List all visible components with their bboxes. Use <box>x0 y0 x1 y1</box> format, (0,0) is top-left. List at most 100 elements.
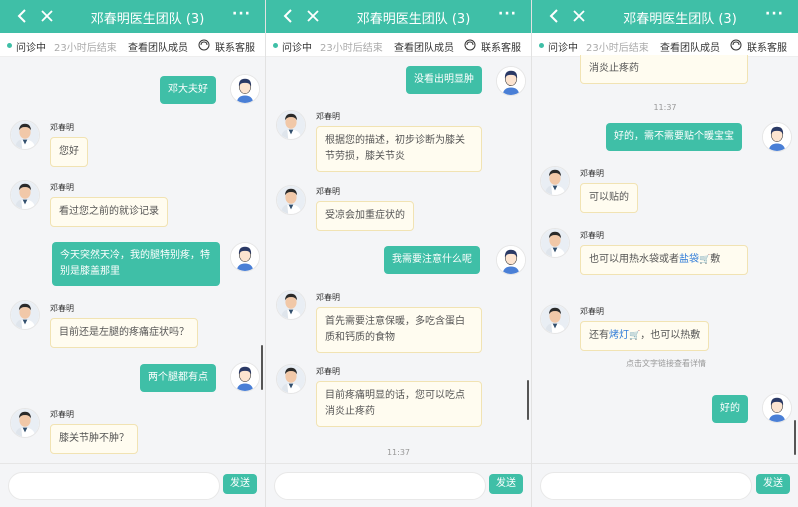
view-team-button[interactable]: 查看团队成员 <box>660 39 720 54</box>
doctor-bubble-fragment: 消炎止疼药 <box>580 55 748 84</box>
doctor-avatar <box>540 304 570 334</box>
contact-service-button[interactable]: 联系客服 <box>215 39 255 54</box>
doctor-bubble: 目前还是左腿的疼痛症状吗？ <box>50 318 198 348</box>
salt-bag-link[interactable]: 盐袋 <box>679 254 699 265</box>
doctor-name: 邓春明 <box>580 169 604 178</box>
chat-title: 邓春明医生团队 (3) <box>623 12 737 27</box>
contact-service-button[interactable]: 联系客服 <box>747 39 787 54</box>
status-bar: 问诊中 23小时后结束 查看团队成员 联系客服 <box>0 33 265 57</box>
doctor-avatar <box>10 300 40 330</box>
doctor-bubble: 目前疼痛明显的话，您可以吃点消炎止疼药 <box>316 381 482 427</box>
patient-avatar <box>230 242 260 272</box>
view-team-button[interactable]: 查看团队成员 <box>394 39 454 54</box>
doctor-avatar <box>10 120 40 150</box>
patient-avatar <box>230 362 260 392</box>
cart-icon[interactable]: 🛒 <box>699 255 710 265</box>
timestamp: 11:37 <box>386 448 411 457</box>
chat-panel-3: 邓春明医生团队 (3) ··· 问诊中 23小时后结束 查看团队成员 联系客服 … <box>532 0 798 507</box>
send-button[interactable]: 发送 <box>223 474 257 494</box>
patient-bubble: 邓大夫好 <box>160 76 216 104</box>
close-icon[interactable] <box>304 7 322 25</box>
doctor-bubble: 根据您的描述，初步诊断为膝关节劳损，膝关节炎 <box>316 126 482 172</box>
doctor-name: 邓春明 <box>316 112 340 121</box>
more-icon[interactable]: ··· <box>765 6 784 22</box>
doctor-avatar <box>10 180 40 210</box>
doctor-name: 邓春明 <box>50 304 74 313</box>
heat-lamp-link[interactable]: 烤灯 <box>609 330 629 341</box>
status-bar: 问诊中 23小时后结束 查看团队成员 联系客服 <box>532 33 798 57</box>
doctor-bubble: 还有烤灯🛒，也可以热敷 <box>580 321 710 351</box>
back-icon[interactable] <box>546 7 564 25</box>
contact-service-button[interactable]: 联系客服 <box>481 39 521 54</box>
chat-panel-2: 邓春明医生团队 (3) ··· 问诊中 23小时后结束 查看团队成员 联系客服 … <box>266 0 532 507</box>
doctor-name: 邓春明 <box>580 307 604 316</box>
doctor-bubble: 也可以用热水袋或者盐袋🛒敷 <box>580 245 748 275</box>
doctor-avatar <box>276 364 306 394</box>
patient-bubble: 没看出明显肿 <box>406 66 482 94</box>
status-dot <box>539 43 544 48</box>
send-button[interactable]: 发送 <box>489 474 523 494</box>
doctor-avatar <box>276 290 306 320</box>
patient-bubble: 我需要注意什么呢 <box>384 246 480 274</box>
patient-avatar <box>496 66 526 96</box>
input-bar: 发送 <box>532 463 798 507</box>
scrollbar[interactable] <box>261 345 263 390</box>
chat-header: 邓春明医生团队 (3) ··· <box>532 0 798 33</box>
patient-bubble: 好的，需不需要贴个暖宝宝 <box>606 123 742 151</box>
link-hint: 点击文字链接查看详情 <box>626 359 706 368</box>
doctor-name: 邓春明 <box>50 410 74 419</box>
doctor-name: 邓春明 <box>316 367 340 376</box>
scrollbar[interactable] <box>527 380 529 420</box>
remaining-time: 23小时后结束 <box>320 43 383 54</box>
chat-panel-1: 邓春明医生团队 (3) ··· 问诊中 23小时后结束 查看团队成员 联系客服 … <box>0 0 266 507</box>
patient-avatar <box>762 393 792 423</box>
customer-service-icon[interactable] <box>464 39 476 51</box>
doctor-name: 邓春明 <box>50 183 74 192</box>
screenshot-collage: 邓春明医生团队 (3) ··· 问诊中 23小时后结束 查看团队成员 联系客服 … <box>0 0 798 507</box>
message-text: 也可以用热水袋或者 <box>589 254 679 265</box>
cart-icon[interactable]: 🛒 <box>629 331 640 341</box>
patient-avatar <box>230 74 260 104</box>
more-icon[interactable]: ··· <box>498 6 517 22</box>
scrollbar[interactable] <box>794 420 796 455</box>
status-bar: 问诊中 23小时后结束 查看团队成员 联系客服 <box>266 33 531 57</box>
message-text: ，也可以热敷 <box>640 330 701 341</box>
message-input[interactable] <box>8 472 220 500</box>
patient-bubble: 好的 <box>712 395 748 423</box>
doctor-bubble: 膝关节肿不肿？ <box>50 424 138 454</box>
status-dot <box>7 43 12 48</box>
customer-service-icon[interactable] <box>730 39 742 51</box>
patient-bubble: 今天突然天冷，我的腿特别疼，特别是膝盖那里 <box>52 242 220 286</box>
doctor-name: 邓春明 <box>50 123 74 132</box>
patient-avatar <box>496 245 526 275</box>
doctor-bubble: 您好 <box>50 137 88 167</box>
close-icon[interactable] <box>38 7 56 25</box>
doctor-avatar <box>276 110 306 140</box>
back-icon[interactable] <box>14 7 32 25</box>
chat-title: 邓春明医生团队 (3) <box>356 12 471 27</box>
status-dot <box>273 43 278 48</box>
message-input[interactable] <box>274 472 486 500</box>
customer-service-icon[interactable] <box>198 39 210 51</box>
message-input[interactable] <box>540 472 752 500</box>
back-icon[interactable] <box>280 7 298 25</box>
more-icon[interactable]: ··· <box>232 6 251 22</box>
doctor-avatar <box>276 185 306 215</box>
consult-status: 问诊中 <box>282 43 312 54</box>
doctor-bubble: 首先需要注意保暖，多吃含蛋白质和钙质的食物 <box>316 307 482 353</box>
send-button[interactable]: 发送 <box>756 474 790 494</box>
doctor-avatar <box>540 228 570 258</box>
patient-bubble: 两个腿都有点 <box>140 364 216 392</box>
patient-avatar <box>762 122 792 152</box>
chat-title: 邓春明医生团队 (3) <box>90 12 205 27</box>
remaining-time: 23小时后结束 <box>586 43 649 54</box>
doctor-bubble: 受凉会加重症状的 <box>316 201 414 231</box>
close-icon[interactable] <box>570 7 588 25</box>
doctor-avatar <box>540 166 570 196</box>
doctor-name: 邓春明 <box>580 231 604 240</box>
doctor-name: 邓春明 <box>316 187 340 196</box>
message-text: 敷 <box>710 254 721 265</box>
message-text: 还有 <box>589 330 609 341</box>
doctor-bubble: 看过您之前的就诊记录 <box>50 197 168 227</box>
view-team-button[interactable]: 查看团队成员 <box>128 39 188 54</box>
